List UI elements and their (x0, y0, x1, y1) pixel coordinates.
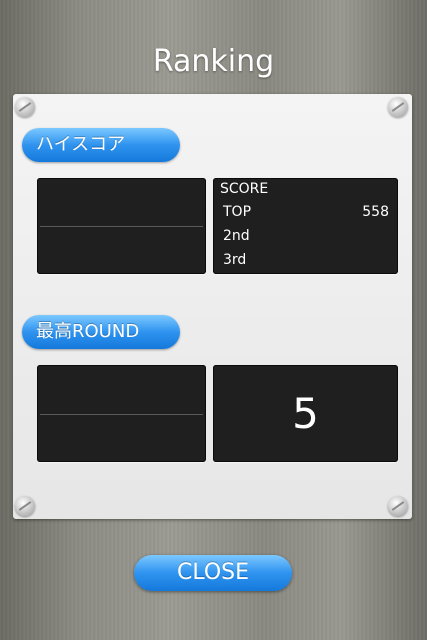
score-header: SCORE (220, 181, 269, 197)
score-row-2nd: 2nd (223, 228, 389, 246)
best-round-image-box (37, 365, 206, 462)
divider (40, 226, 203, 227)
highscore-image-box (37, 178, 206, 274)
best-round-label: 最高ROUND (22, 315, 180, 349)
highscore-label: ハイスコア (22, 128, 180, 162)
best-round-value: 5 (292, 389, 319, 438)
close-button[interactable]: CLOSE (134, 555, 292, 591)
page-title: Ranking (152, 44, 275, 79)
screw-icon (388, 97, 408, 117)
screw-icon (388, 496, 408, 516)
rank-label: 3rd (223, 252, 247, 268)
screw-icon (15, 97, 35, 117)
score-row-top: TOP 558 (223, 204, 389, 222)
score-row-3rd: 3rd (223, 252, 389, 270)
best-round-box: 5 (213, 365, 398, 462)
score-value: 558 (362, 204, 389, 220)
score-list: SCORE TOP 558 2nd 3rd (213, 178, 398, 274)
rank-label: TOP (223, 204, 252, 220)
screw-icon (15, 496, 35, 516)
divider (40, 413, 203, 415)
rank-label: 2nd (223, 228, 250, 244)
ranking-panel: ハイスコア SCORE TOP 558 2nd 3rd 最高ROUND 5 (13, 94, 412, 519)
